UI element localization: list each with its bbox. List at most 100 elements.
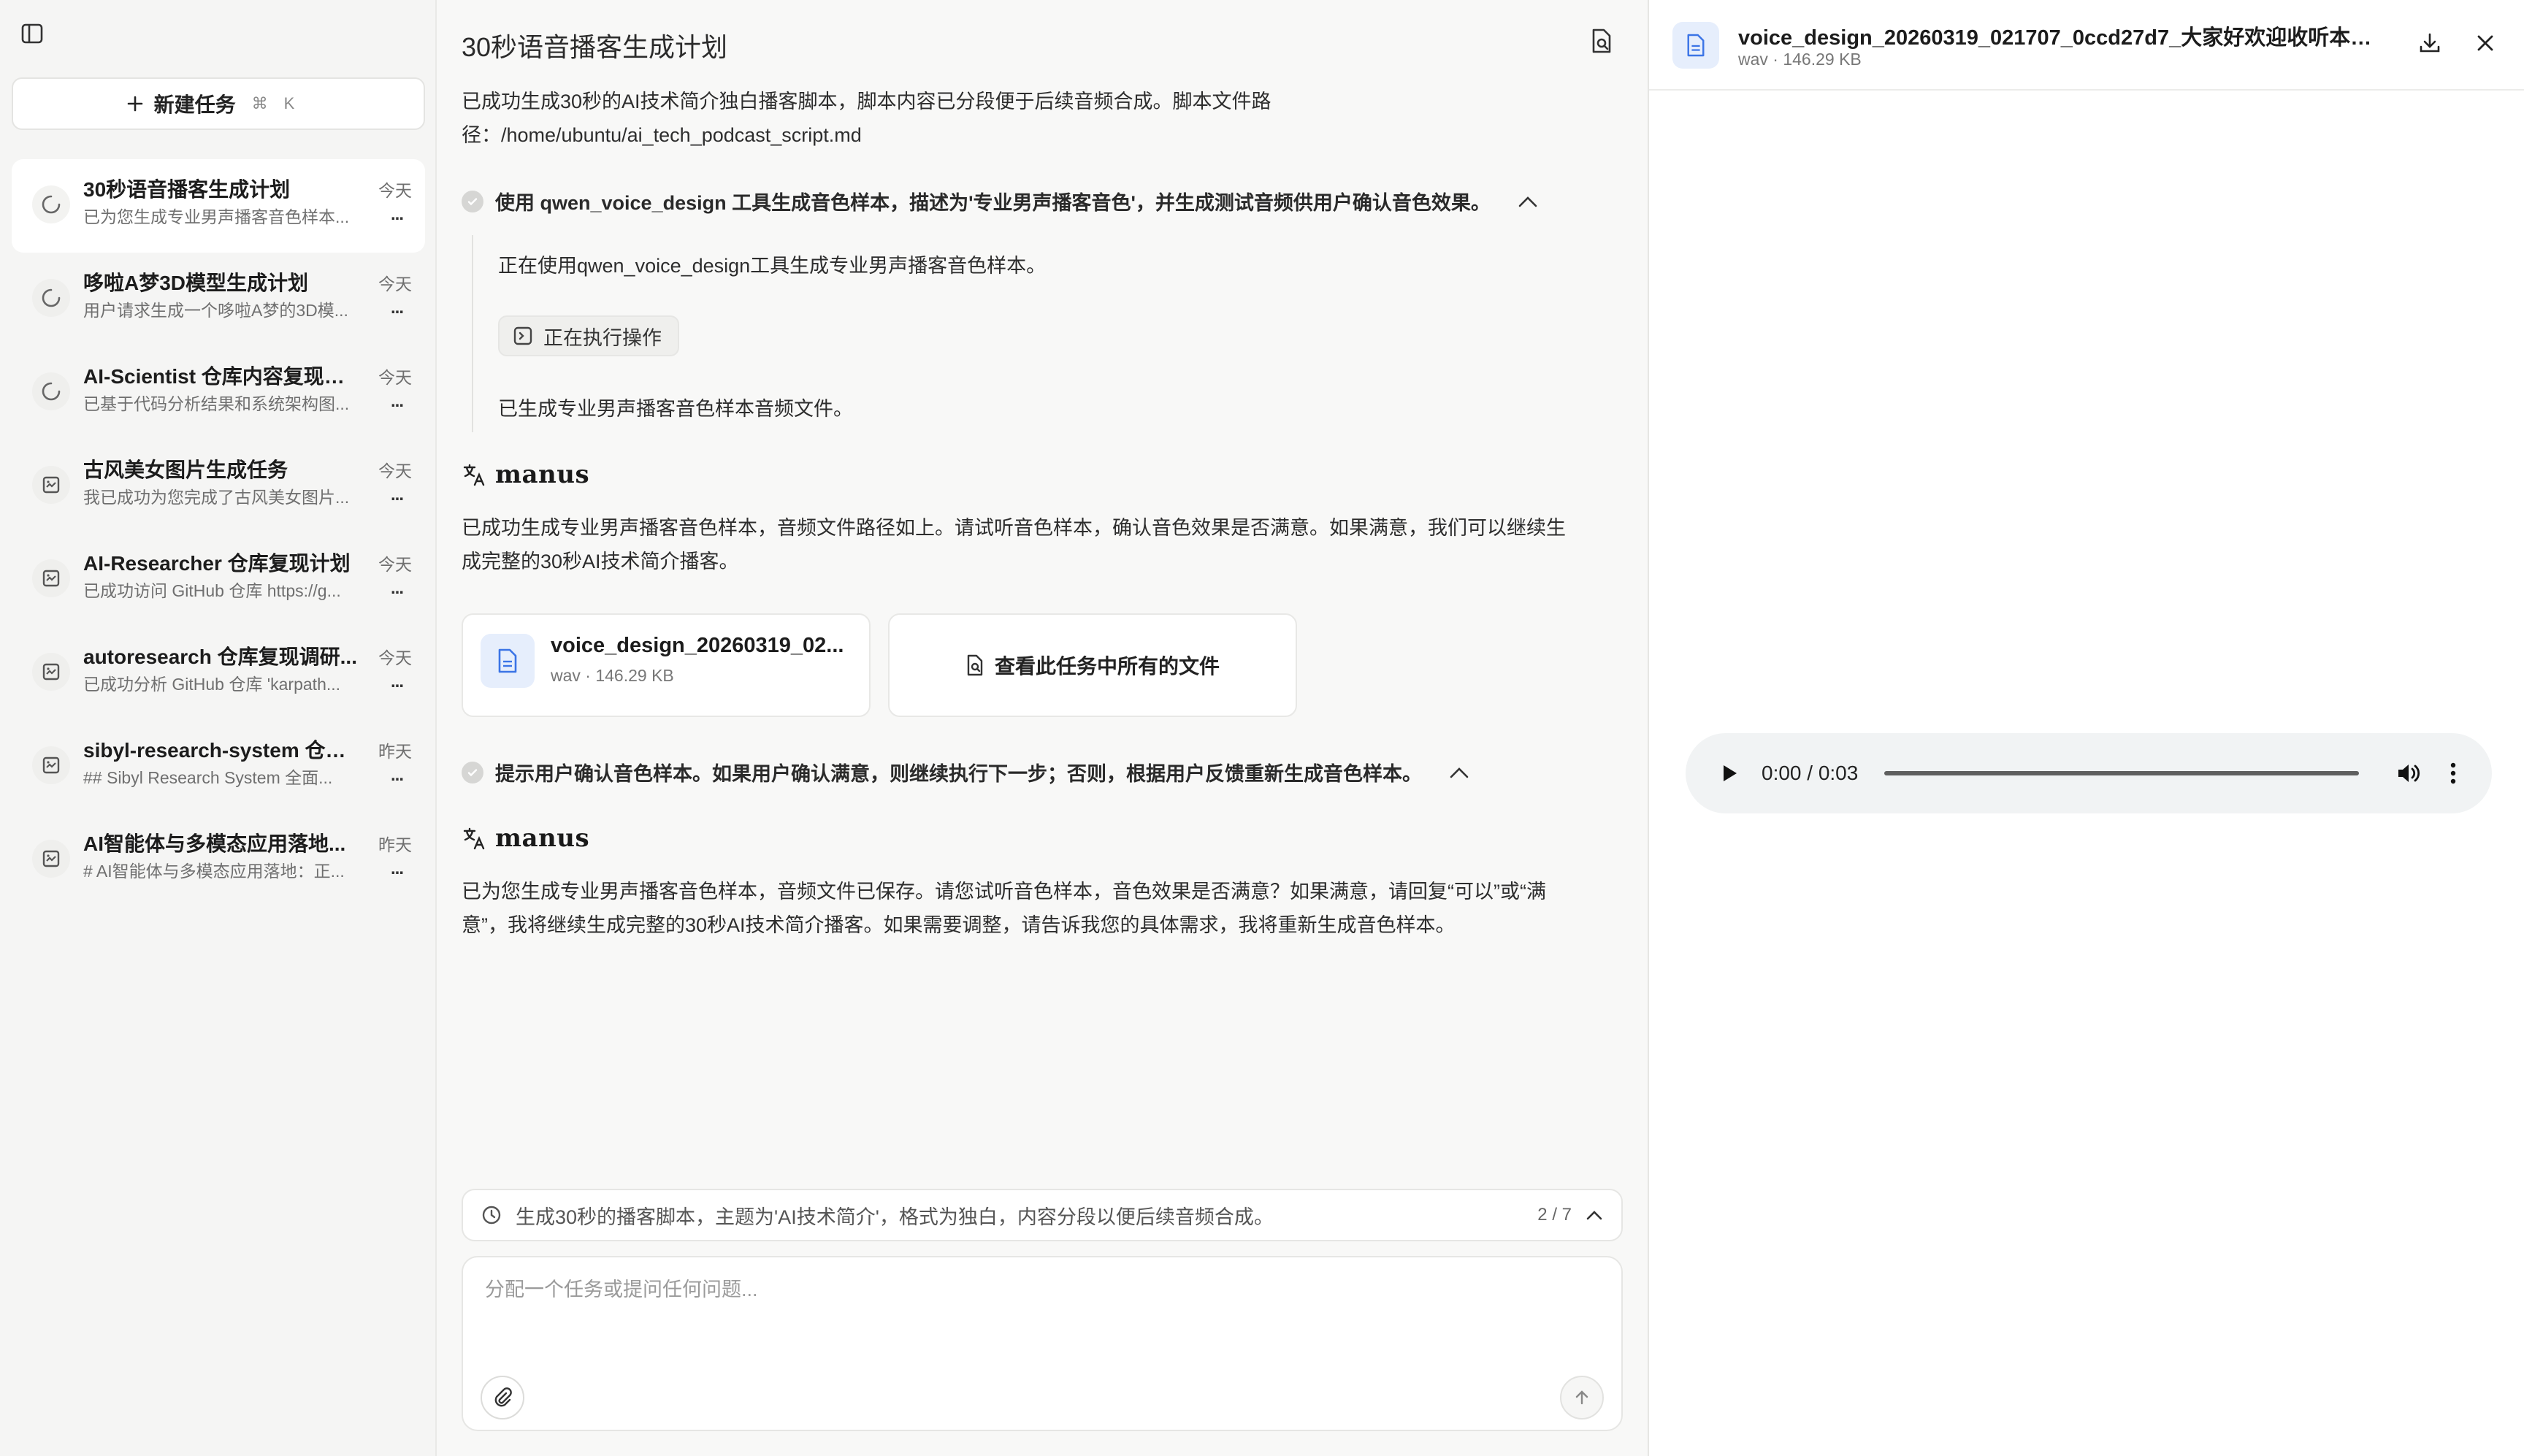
chat-panel: 30秒语音播客生成计划 已成功生成30秒的AI技术简介独白播客脚本，脚本内容已分…	[438, 0, 1648, 1456]
task-more-button[interactable]: ...	[391, 298, 404, 318]
task-date: 今天	[378, 461, 412, 480]
download-icon[interactable]	[2417, 31, 2442, 55]
spinner-icon	[32, 372, 70, 410]
agent-name: manus	[495, 460, 590, 489]
task-date: 昨天	[378, 742, 412, 761]
page-title: 30秒语音播客生成计划	[462, 32, 728, 62]
preview-file-name: voice_design_20260319_021707_0ccd27d7_大家…	[1738, 26, 2381, 50]
plan-step: 使用 qwen_voice_design 工具生成音色样本，描述为'专业男声播客…	[462, 187, 1539, 215]
task-subtitle: 已基于代码分析结果和系统架构图...	[83, 394, 350, 413]
task-title: autoresearch 仓库复现调研...	[83, 645, 357, 668]
preview-file-meta: wav · 146.29 KB	[1738, 50, 1862, 69]
task-title: sibyl-research-system 仓库...	[83, 739, 361, 762]
message-text: 已成功生成专业男声播客音色样本，音频文件路径如上。请试听音色样本，确认音色效果是…	[462, 517, 1566, 572]
audio-progress-slider[interactable]	[1884, 771, 2360, 775]
step-text: 已生成专业男声播客音色样本音频文件。	[498, 398, 853, 420]
message-input[interactable]	[485, 1273, 1595, 1361]
file-preview-panel: voice_design_20260319_021707_0ccd27d7_大家…	[1648, 0, 2524, 1456]
task-item[interactable]: AI-Researcher 仓库复现计划 已成功访问 GitHub 仓库 htt…	[12, 533, 425, 627]
task-item[interactable]: autoresearch 仓库复现调研... 已成功分析 GitHub 仓库 '…	[12, 627, 425, 720]
task-more-button[interactable]: ...	[391, 391, 404, 412]
task-item[interactable]: AI-Scientist 仓库内容复现与... 已基于代码分析结果和系统架构图.…	[12, 346, 425, 440]
volume-icon[interactable]	[2395, 761, 2422, 786]
view-all-files-button[interactable]: 查看此任务中所有的文件	[888, 613, 1297, 717]
task-more-button[interactable]: ...	[391, 765, 404, 786]
document-icon	[481, 634, 535, 688]
plan-step: 提示用户确认音色样本。如果用户确认满意，则继续执行下一步；否则，根据用户反馈重新…	[462, 758, 1470, 786]
image-task-icon	[32, 746, 70, 784]
file-search-icon	[967, 654, 983, 676]
composer	[462, 1256, 1623, 1431]
play-icon[interactable]	[1715, 759, 1744, 788]
sidebar: 新建任务 ⌘K 30秒语音播客生成计划 已为您生成专业男声播客音色样本... 今…	[0, 0, 437, 1456]
task-subtitle: 用户请求生成一个哆啦A梦的3D模...	[83, 301, 348, 320]
message-text: 已成功生成30秒的AI技术简介独白播客脚本，脚本内容已分段便于后续音频合成。脚本…	[462, 91, 1271, 146]
manus-logo-icon	[463, 827, 485, 850]
chevron-up-icon[interactable]	[1448, 765, 1470, 780]
task-date: 昨天	[378, 835, 412, 854]
task-item[interactable]: 30秒语音播客生成计划 已为您生成专业男声播客音色样本... 今天 ...	[12, 159, 425, 253]
view-all-files-label: 查看此任务中所有的文件	[994, 655, 1220, 678]
executing-action-button[interactable]: 正在执行操作	[498, 315, 679, 356]
audio-player: 0:00 / 0:03	[1686, 733, 2492, 813]
task-title: 30秒语音播客生成计划	[83, 178, 291, 201]
task-more-button[interactable]: ...	[391, 859, 404, 879]
task-item[interactable]: 哆啦A梦3D模型生成计划 用户请求生成一个哆啦A梦的3D模... 今天 ...	[12, 253, 425, 346]
task-item[interactable]: AI智能体与多模态应用落地... # AI智能体与多模态应用落地：正... 昨天…	[12, 813, 425, 907]
image-task-icon	[32, 559, 70, 597]
new-task-label: 新建任务	[153, 93, 236, 116]
image-task-icon	[32, 653, 70, 691]
message-text: 已为您生成专业男声播客音色样本，音频文件已保存。请您试听音色样本，音色效果是否满…	[462, 881, 1546, 936]
spinner-icon	[32, 279, 70, 317]
file-search-icon[interactable]	[1589, 28, 1615, 54]
check-icon	[462, 761, 483, 783]
more-options-icon[interactable]	[2450, 761, 2457, 786]
step-text: 正在使用qwen_voice_design工具生成专业男声播客音色样本。	[498, 255, 1047, 277]
task-title: AI智能体与多模态应用落地...	[83, 832, 346, 855]
task-subtitle: ## Sibyl Research System 全面...	[83, 768, 333, 787]
plan-progress-bar[interactable]: 生成30秒的播客脚本，主题为'AI技术简介'，格式为独白，内容分段以便后续音频合…	[462, 1189, 1623, 1241]
spinner-icon	[32, 185, 70, 223]
task-subtitle: 已成功访问 GitHub 仓库 https://g...	[83, 581, 341, 600]
task-subtitle: 已成功分析 GitHub 仓库 'karpath...	[83, 675, 341, 694]
agent-name: manus	[495, 824, 590, 853]
step-title: 提示用户确认音色样本。如果用户确认满意，则继续执行下一步；否则，根据用户反馈重新…	[495, 763, 1422, 785]
new-task-button[interactable]: 新建任务 ⌘K	[12, 77, 425, 130]
image-task-icon	[32, 466, 70, 504]
executing-label: 正在执行操作	[543, 326, 662, 349]
document-icon	[1672, 22, 1719, 69]
task-title: 古风美女图片生成任务	[83, 459, 288, 481]
attach-button[interactable]	[481, 1376, 524, 1419]
chevron-up-icon[interactable]	[1585, 1208, 1604, 1222]
task-date: 今天	[378, 555, 412, 574]
task-title: AI-Scientist 仓库内容复现与...	[83, 365, 361, 388]
send-button[interactable]	[1560, 1376, 1604, 1419]
chevron-up-icon[interactable]	[1517, 194, 1539, 209]
task-subtitle: # AI智能体与多模态应用落地：正...	[83, 862, 345, 881]
task-item[interactable]: 古风美女图片生成任务 我已成功为您完成了古风美女图片... 今天 ...	[12, 440, 425, 533]
file-name: voice_design_20260319_02...	[551, 634, 844, 657]
task-subtitle: 已为您生成专业男声播客音色样本...	[83, 207, 350, 226]
task-more-button[interactable]: ...	[391, 204, 404, 225]
audio-time: 0:00 / 0:03	[1762, 762, 1859, 784]
task-more-button[interactable]: ...	[391, 672, 404, 692]
agent-header: manus	[462, 460, 589, 489]
terminal-icon	[513, 326, 532, 345]
task-date: 今天	[378, 181, 412, 200]
sidebar-toggle-icon[interactable]	[19, 20, 45, 47]
paperclip-icon	[494, 1387, 512, 1407]
file-attachment-card[interactable]: voice_design_20260319_02... wav · 146.29…	[462, 613, 871, 717]
plus-icon	[127, 96, 142, 112]
task-more-button[interactable]: ...	[391, 485, 404, 505]
step-details: 正在使用qwen_voice_design工具生成专业男声播客音色样本。 正在执…	[472, 235, 1567, 432]
task-title: 哆啦A梦3D模型生成计划	[83, 272, 309, 294]
task-list: 30秒语音播客生成计划 已为您生成专业男声播客音色样本... 今天 ... 哆啦…	[12, 159, 425, 907]
clock-icon	[482, 1206, 501, 1225]
close-icon[interactable]	[2474, 32, 2496, 54]
task-item[interactable]: sibyl-research-system 仓库... ## Sibyl Res…	[12, 720, 425, 813]
task-date: 今天	[378, 368, 412, 387]
task-more-button[interactable]: ...	[391, 578, 404, 599]
preview-header: voice_design_20260319_021707_0ccd27d7_大家…	[1649, 0, 2524, 91]
task-title: AI-Researcher 仓库复现计划	[83, 552, 351, 575]
shortcut-hint: ⌘K	[251, 94, 311, 112]
